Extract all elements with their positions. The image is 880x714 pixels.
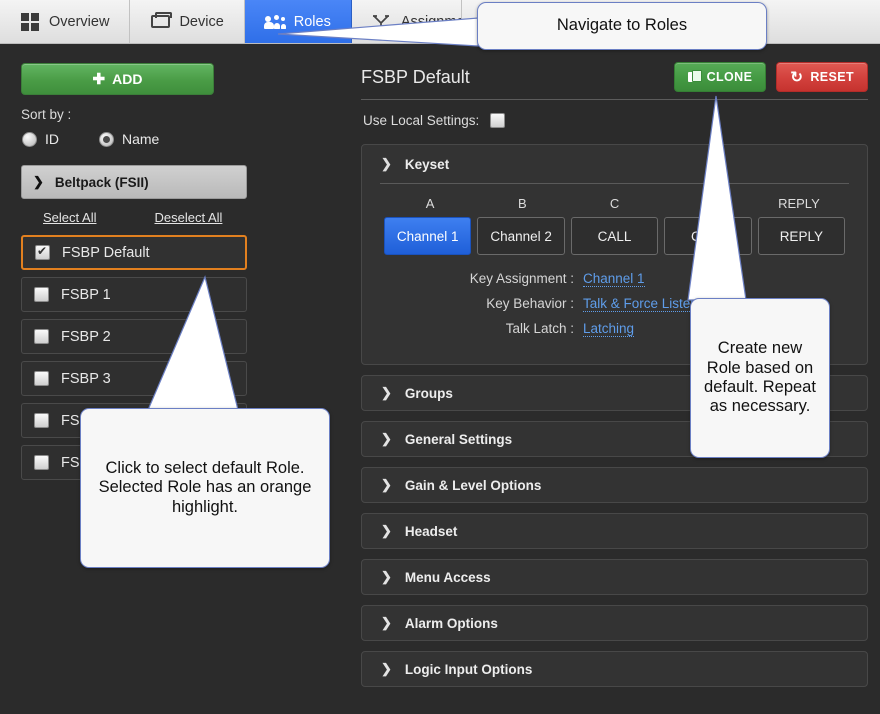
callout-navigate-to-roles: Navigate to Roles [477, 2, 767, 50]
callout-navigate-text: Navigate to Roles [556, 16, 688, 35]
callout-select-default-text: Click to select default Role. Selected R… [98, 458, 312, 516]
callout-create-new-role: Create new Role based on default. Repeat… [690, 298, 830, 458]
application-window: Overview Device Roles ✚ ADD Sort by: ID… [0, 0, 880, 714]
callout-select-default-role: Click to select default Role. Selected R… [80, 408, 330, 568]
callout-create-new-text: Create new Role based on default. Repeat… [704, 339, 816, 416]
